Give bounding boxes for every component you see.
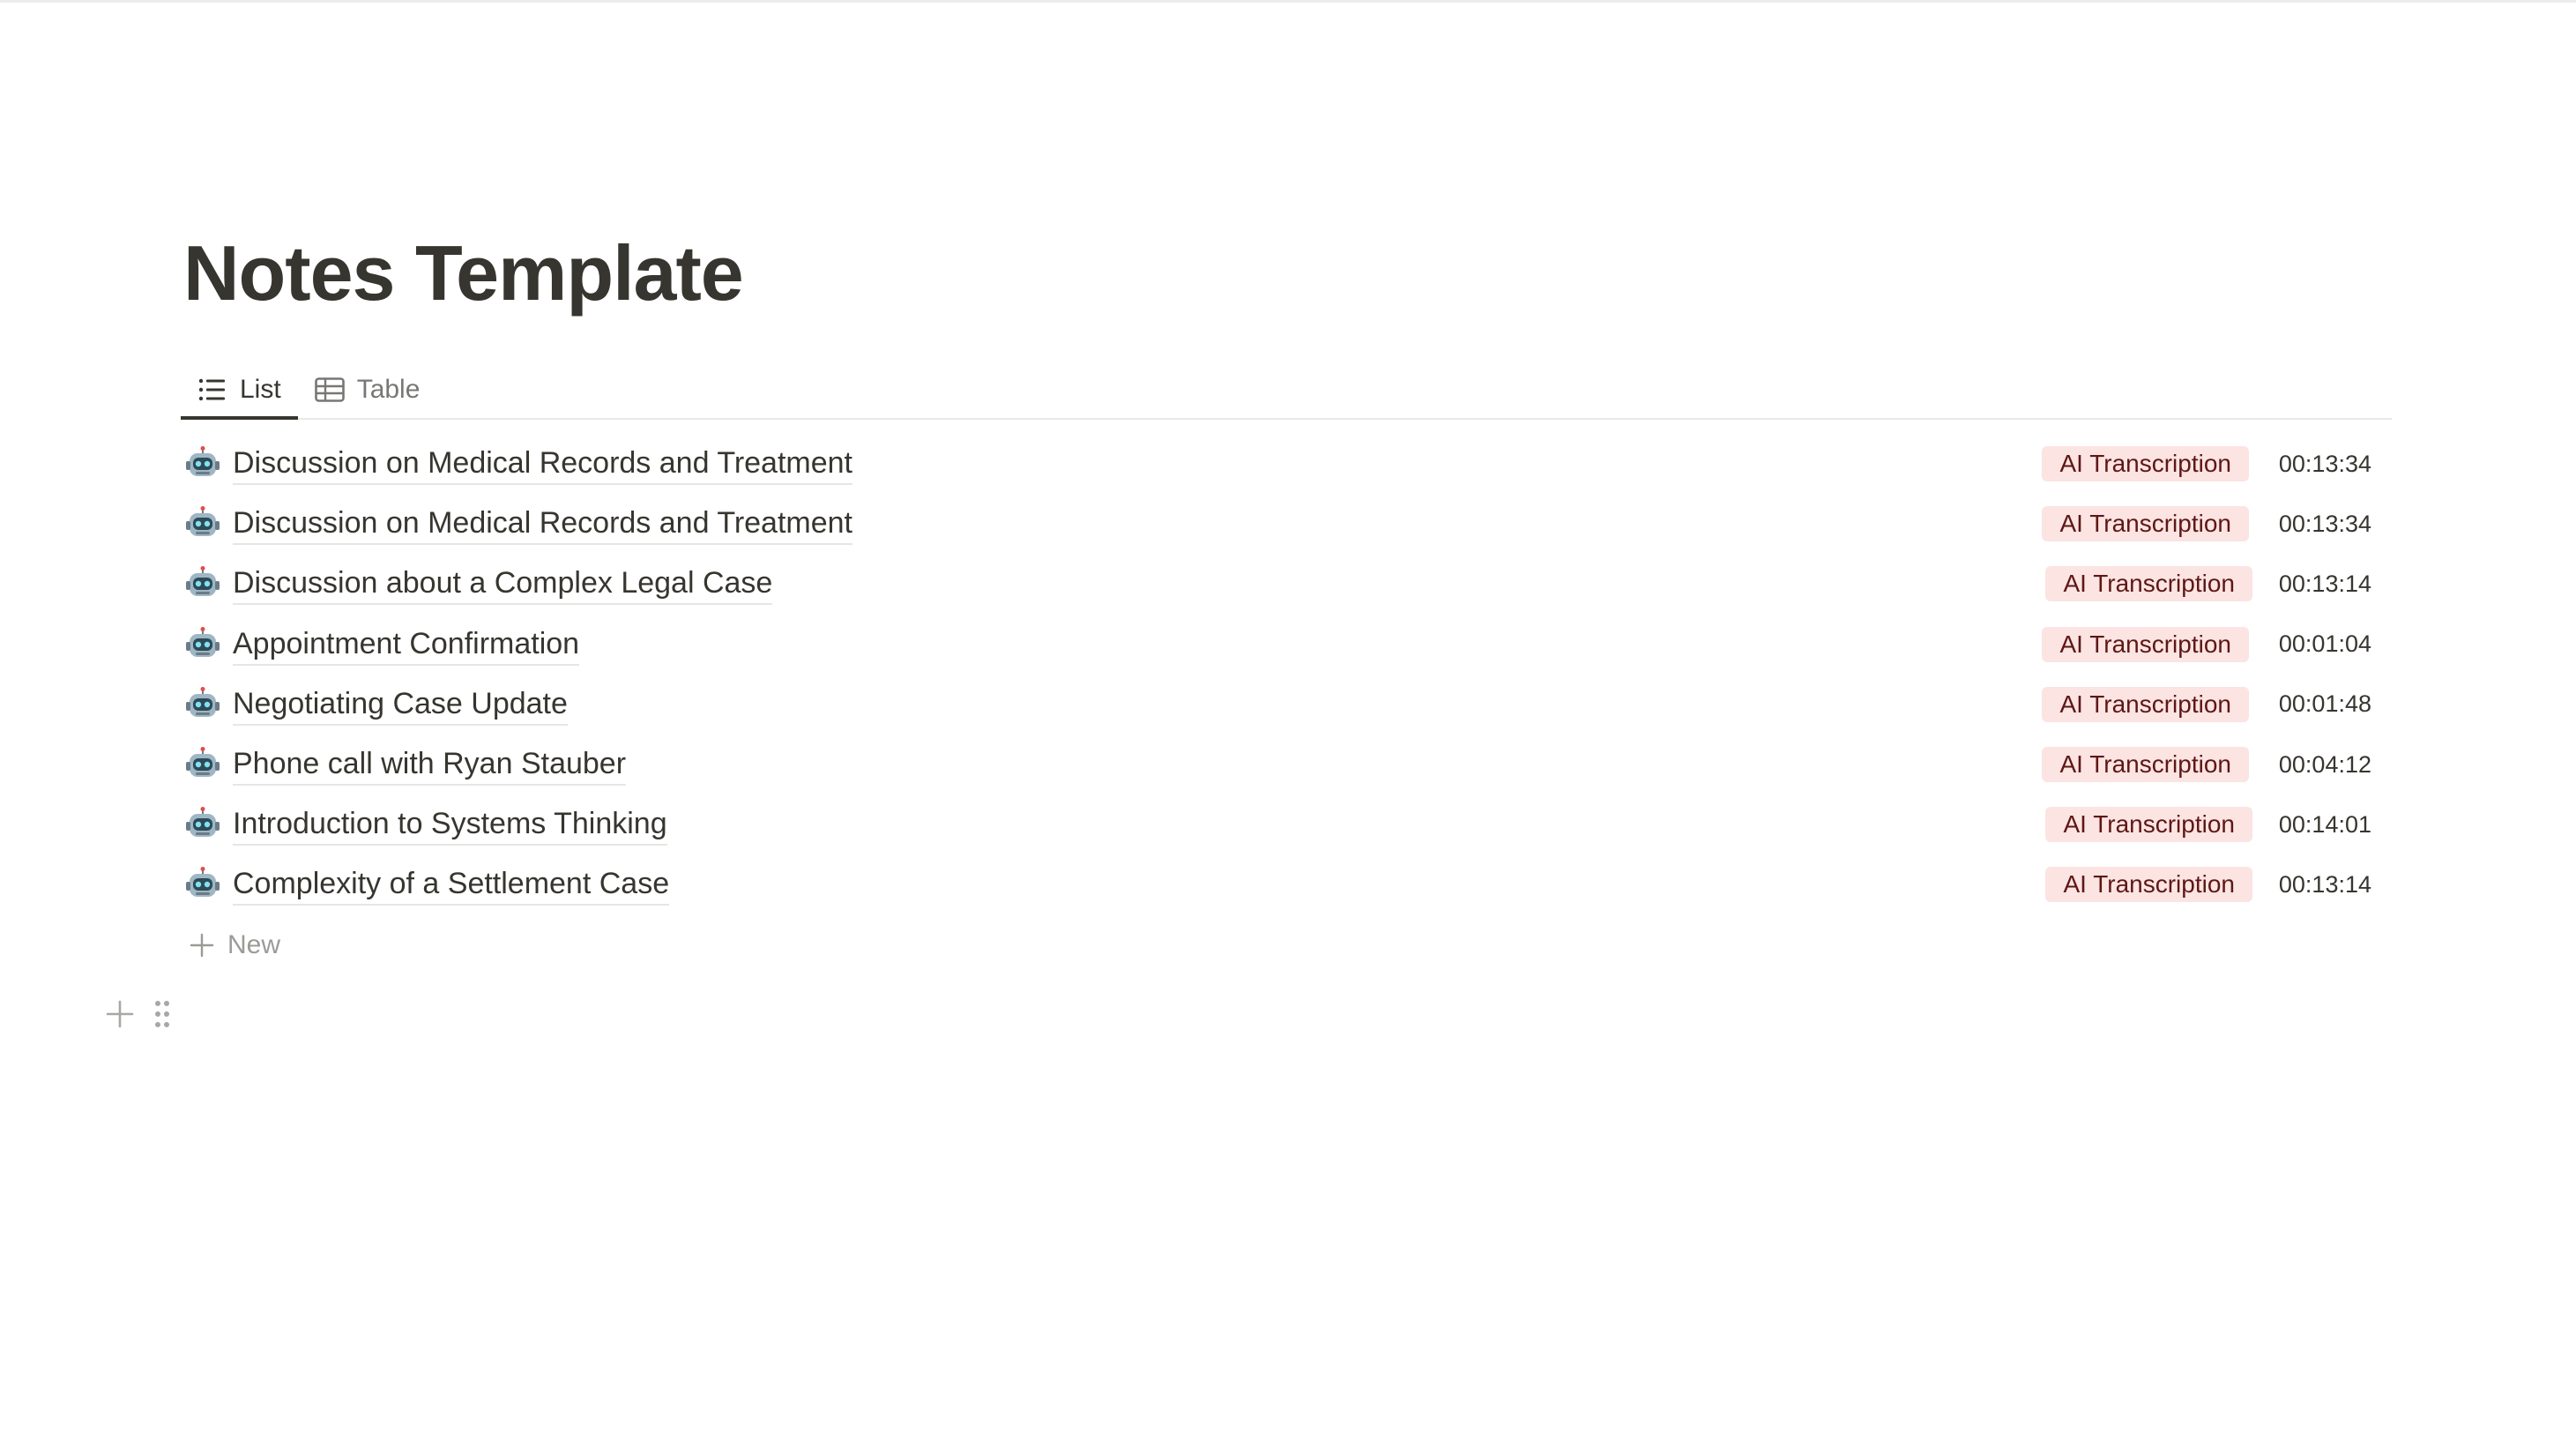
- view-tabs: List Table: [181, 353, 2392, 420]
- plus-icon: [189, 932, 215, 958]
- list-icon: [197, 375, 227, 405]
- status-badge: AI Transcription: [2042, 747, 2249, 783]
- note-title[interactable]: Discussion on Medical Records and Treatm…: [233, 443, 852, 486]
- robot-icon: [183, 444, 222, 483]
- list-item[interactable]: Appointment Confirmation AI Transcriptio…: [183, 615, 2392, 675]
- status-badge: AI Transcription: [2042, 506, 2249, 542]
- table-icon: [314, 375, 345, 405]
- list-item[interactable]: Discussion about a Complex Legal Case AI…: [183, 554, 2392, 614]
- robot-icon: [183, 805, 222, 844]
- note-title[interactable]: Appointment Confirmation: [233, 623, 580, 666]
- block-controls: [102, 996, 187, 1032]
- top-border: [0, 0, 2576, 3]
- tab-table[interactable]: Table: [298, 362, 437, 418]
- robot-icon: [183, 504, 222, 543]
- note-title[interactable]: Complexity of a Settlement Case: [233, 863, 670, 906]
- duration: 00:01:04: [2278, 630, 2371, 658]
- duration: 00:13:14: [2278, 870, 2371, 898]
- status-badge: AI Transcription: [2042, 446, 2249, 482]
- status-badge: AI Transcription: [2042, 686, 2249, 722]
- note-title[interactable]: Introduction to Systems Thinking: [233, 803, 667, 847]
- robot-icon: [183, 564, 222, 603]
- tab-list-label: List: [240, 375, 281, 404]
- robot-icon: [183, 745, 222, 784]
- tab-table-label: Table: [356, 375, 421, 404]
- note-title[interactable]: Negotiating Case Update: [233, 683, 568, 726]
- list-item[interactable]: Introduction to Systems Thinking AI Tran…: [183, 794, 2392, 854]
- status-badge: AI Transcription: [2045, 867, 2252, 903]
- list-item[interactable]: Phone call with Ryan Stauber AI Transcri…: [183, 735, 2392, 794]
- page-title[interactable]: Notes Template: [183, 225, 744, 322]
- new-item-button[interactable]: New: [183, 915, 2392, 975]
- robot-icon: [183, 865, 222, 904]
- new-item-label: New: [227, 929, 281, 959]
- note-title[interactable]: Phone call with Ryan Stauber: [233, 743, 627, 787]
- status-badge: AI Transcription: [2045, 807, 2252, 843]
- note-title[interactable]: Discussion about a Complex Legal Case: [233, 563, 773, 606]
- list-item[interactable]: Discussion on Medical Records and Treatm…: [183, 434, 2392, 494]
- duration: 00:14:01: [2278, 810, 2371, 838]
- list-item[interactable]: Negotiating Case Update AI Transcription…: [183, 675, 2392, 735]
- list-item[interactable]: Discussion on Medical Records and Treatm…: [183, 494, 2392, 554]
- robot-icon: [183, 625, 222, 664]
- duration: 00:13:14: [2278, 570, 2371, 597]
- note-title[interactable]: Discussion on Medical Records and Treatm…: [233, 503, 852, 546]
- status-badge: AI Transcription: [2045, 566, 2252, 602]
- duration: 00:01:48: [2278, 690, 2371, 718]
- notes-list: Discussion on Medical Records and Treatm…: [183, 434, 2392, 975]
- list-item[interactable]: Complexity of a Settlement Case AI Trans…: [183, 854, 2392, 914]
- drag-handle-icon[interactable]: [145, 996, 180, 1032]
- robot-icon: [183, 685, 222, 724]
- duration: 00:04:12: [2278, 750, 2371, 778]
- status-badge: AI Transcription: [2042, 626, 2249, 662]
- add-block-icon[interactable]: [102, 996, 138, 1032]
- tab-list[interactable]: List: [181, 362, 298, 420]
- duration: 00:13:34: [2278, 450, 2371, 477]
- duration: 00:13:34: [2278, 510, 2371, 537]
